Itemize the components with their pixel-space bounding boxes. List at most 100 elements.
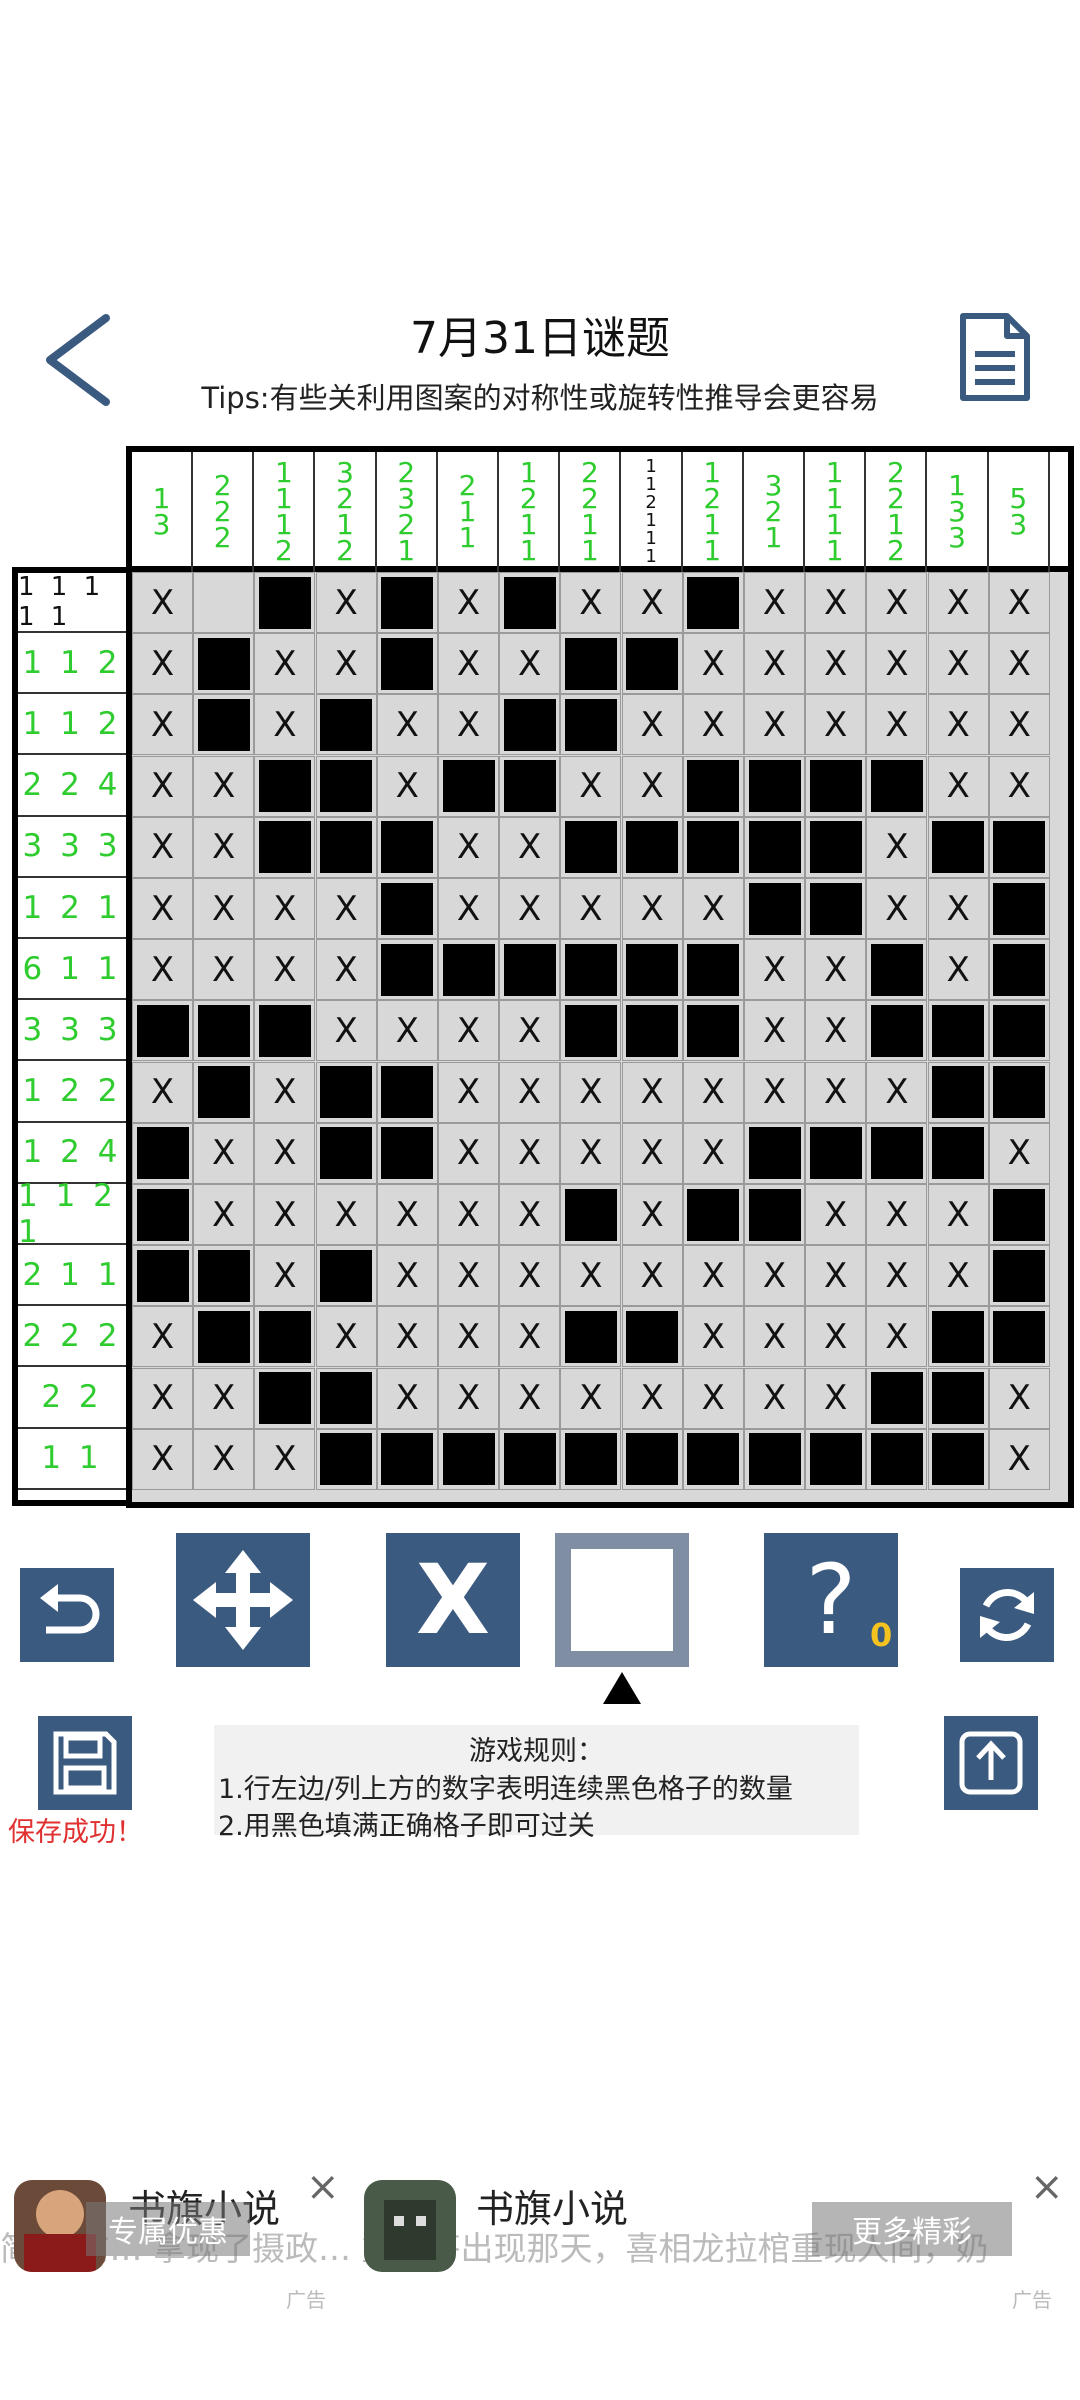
grid-cell-crossed[interactable]: X bbox=[132, 878, 193, 939]
grid-cell-filled[interactable] bbox=[254, 572, 316, 633]
grid-cell-filled[interactable] bbox=[438, 755, 499, 817]
save-button[interactable] bbox=[38, 1716, 132, 1810]
grid-cell-crossed[interactable]: X bbox=[988, 1367, 1050, 1429]
grid-cell-filled[interactable] bbox=[499, 755, 561, 817]
grid-cell-crossed[interactable]: X bbox=[438, 1306, 499, 1368]
grid-cell-crossed[interactable]: X bbox=[621, 1061, 683, 1123]
grid-cell-filled[interactable] bbox=[621, 1428, 683, 1490]
grid-cell-filled[interactable] bbox=[621, 1306, 683, 1368]
grid-cell-crossed[interactable]: X bbox=[132, 816, 193, 878]
grid-cell-filled[interactable] bbox=[682, 939, 744, 1001]
grid-cell-filled[interactable] bbox=[193, 694, 255, 756]
grid-cell-crossed[interactable]: X bbox=[866, 633, 928, 695]
grid-cell-crossed[interactable]: X bbox=[621, 1245, 683, 1307]
grid-cell-crossed[interactable]: X bbox=[499, 1061, 561, 1123]
document-icon[interactable] bbox=[955, 310, 1035, 405]
grid-cell-crossed[interactable]: X bbox=[499, 1122, 561, 1184]
grid-cell-crossed[interactable]: X bbox=[254, 1061, 316, 1123]
grid-cell-crossed[interactable]: X bbox=[927, 878, 989, 939]
grid-cell-crossed[interactable]: X bbox=[927, 1245, 989, 1307]
grid-cell-filled[interactable] bbox=[621, 816, 683, 878]
grid-cell-crossed[interactable]: X bbox=[315, 633, 377, 695]
grid-cell-crossed[interactable]: X bbox=[805, 1061, 867, 1123]
grid-cell-crossed[interactable]: X bbox=[438, 694, 499, 756]
grid-cell-filled[interactable] bbox=[682, 816, 744, 878]
grid-cell-filled[interactable] bbox=[376, 1061, 438, 1123]
grid-cell-crossed[interactable]: X bbox=[805, 1000, 867, 1062]
grid-cell-filled[interactable] bbox=[988, 816, 1050, 878]
grid-cell-crossed[interactable]: X bbox=[682, 1061, 744, 1123]
grid-cell-crossed[interactable]: X bbox=[988, 694, 1050, 756]
grid-cell-crossed[interactable]: X bbox=[193, 816, 255, 878]
grid-cell-crossed[interactable]: X bbox=[805, 1245, 867, 1307]
grid-cell-crossed[interactable]: X bbox=[132, 755, 193, 817]
grid-cell-filled[interactable] bbox=[376, 816, 438, 878]
grid-cell-filled[interactable] bbox=[560, 694, 622, 756]
grid-cell-crossed[interactable]: X bbox=[805, 1184, 867, 1245]
grid-cell-filled[interactable] bbox=[376, 1122, 438, 1184]
grid-cell-crossed[interactable]: X bbox=[988, 633, 1050, 695]
grid-cell-filled[interactable] bbox=[315, 1367, 377, 1429]
grid-cell-crossed[interactable]: X bbox=[866, 694, 928, 756]
grid-cell-crossed[interactable]: X bbox=[193, 1122, 255, 1184]
grid-cell-crossed[interactable]: X bbox=[438, 878, 499, 939]
grid-cell-filled[interactable] bbox=[621, 1000, 683, 1062]
grid-cell-filled[interactable] bbox=[927, 816, 989, 878]
grid-cell-crossed[interactable]: X bbox=[560, 1061, 622, 1123]
grid-cell-filled[interactable] bbox=[621, 633, 683, 695]
grid-cell-filled[interactable] bbox=[866, 755, 928, 817]
grid-cell-crossed[interactable]: X bbox=[438, 633, 499, 695]
grid-cell-empty[interactable] bbox=[193, 572, 255, 633]
grid-cell-crossed[interactable]: X bbox=[927, 939, 989, 1001]
grid-cell-filled[interactable] bbox=[927, 1367, 989, 1429]
grid-cell-crossed[interactable]: X bbox=[866, 1061, 928, 1123]
grid-cell-crossed[interactable]: X bbox=[315, 939, 377, 1001]
grid-cell-filled[interactable] bbox=[254, 1306, 316, 1368]
grid-cell-crossed[interactable]: X bbox=[376, 755, 438, 817]
ad-button-left[interactable]: 专属优惠 bbox=[86, 2202, 250, 2256]
grid-cell-crossed[interactable]: X bbox=[315, 1306, 377, 1368]
grid-cell-filled[interactable] bbox=[927, 1122, 989, 1184]
grid-cell-filled[interactable] bbox=[376, 878, 438, 939]
grid-cell-crossed[interactable]: X bbox=[438, 1367, 499, 1429]
grid-cell-filled[interactable] bbox=[315, 755, 377, 817]
grid-cell-filled[interactable] bbox=[682, 572, 744, 633]
grid-cell-crossed[interactable]: X bbox=[438, 1122, 499, 1184]
grid-cell-crossed[interactable]: X bbox=[560, 572, 622, 633]
grid-cell-filled[interactable] bbox=[254, 755, 316, 817]
grid-cell-filled[interactable] bbox=[315, 1245, 377, 1307]
grid-cell-crossed[interactable]: X bbox=[315, 1000, 377, 1062]
grid-cell-crossed[interactable]: X bbox=[621, 878, 683, 939]
grid-cell-filled[interactable] bbox=[560, 816, 622, 878]
undo-button[interactable] bbox=[20, 1568, 114, 1662]
grid-cell-crossed[interactable]: X bbox=[744, 1000, 805, 1062]
grid-cell-crossed[interactable]: X bbox=[988, 1428, 1050, 1490]
grid-cell-crossed[interactable]: X bbox=[560, 1367, 622, 1429]
grid-cell-crossed[interactable]: X bbox=[254, 1122, 316, 1184]
grid-cell-crossed[interactable]: X bbox=[744, 1306, 805, 1368]
grid-cell-crossed[interactable]: X bbox=[438, 816, 499, 878]
grid-cell-filled[interactable] bbox=[193, 633, 255, 695]
grid-cell-crossed[interactable]: X bbox=[805, 939, 867, 1001]
grid-cell-filled[interactable] bbox=[499, 572, 561, 633]
grid-cell-crossed[interactable]: X bbox=[132, 1306, 193, 1368]
grid-cell-crossed[interactable]: X bbox=[744, 633, 805, 695]
grid-cell-filled[interactable] bbox=[560, 1428, 622, 1490]
grid-cell-crossed[interactable]: X bbox=[621, 1184, 683, 1245]
grid-cell-crossed[interactable]: X bbox=[866, 1184, 928, 1245]
grid-cell-filled[interactable] bbox=[744, 1122, 805, 1184]
ad-title-right[interactable]: 书旗小说 bbox=[476, 2178, 628, 2233]
grid-cell-filled[interactable] bbox=[438, 1428, 499, 1490]
grid-cell-crossed[interactable]: X bbox=[560, 878, 622, 939]
grid-cell-filled[interactable] bbox=[744, 1428, 805, 1490]
grid-cell-crossed[interactable]: X bbox=[744, 572, 805, 633]
grid-cell-crossed[interactable]: X bbox=[621, 572, 683, 633]
grid-cell-crossed[interactable]: X bbox=[866, 878, 928, 939]
grid-cell-crossed[interactable]: X bbox=[438, 1245, 499, 1307]
grid-cell-filled[interactable] bbox=[744, 1184, 805, 1245]
grid-cell-crossed[interactable]: X bbox=[560, 1245, 622, 1307]
grid-cell-crossed[interactable]: X bbox=[499, 1184, 561, 1245]
mark-x-button[interactable]: X bbox=[386, 1533, 520, 1667]
grid-cell-filled[interactable] bbox=[193, 1061, 255, 1123]
grid-cell-crossed[interactable]: X bbox=[132, 1367, 193, 1429]
